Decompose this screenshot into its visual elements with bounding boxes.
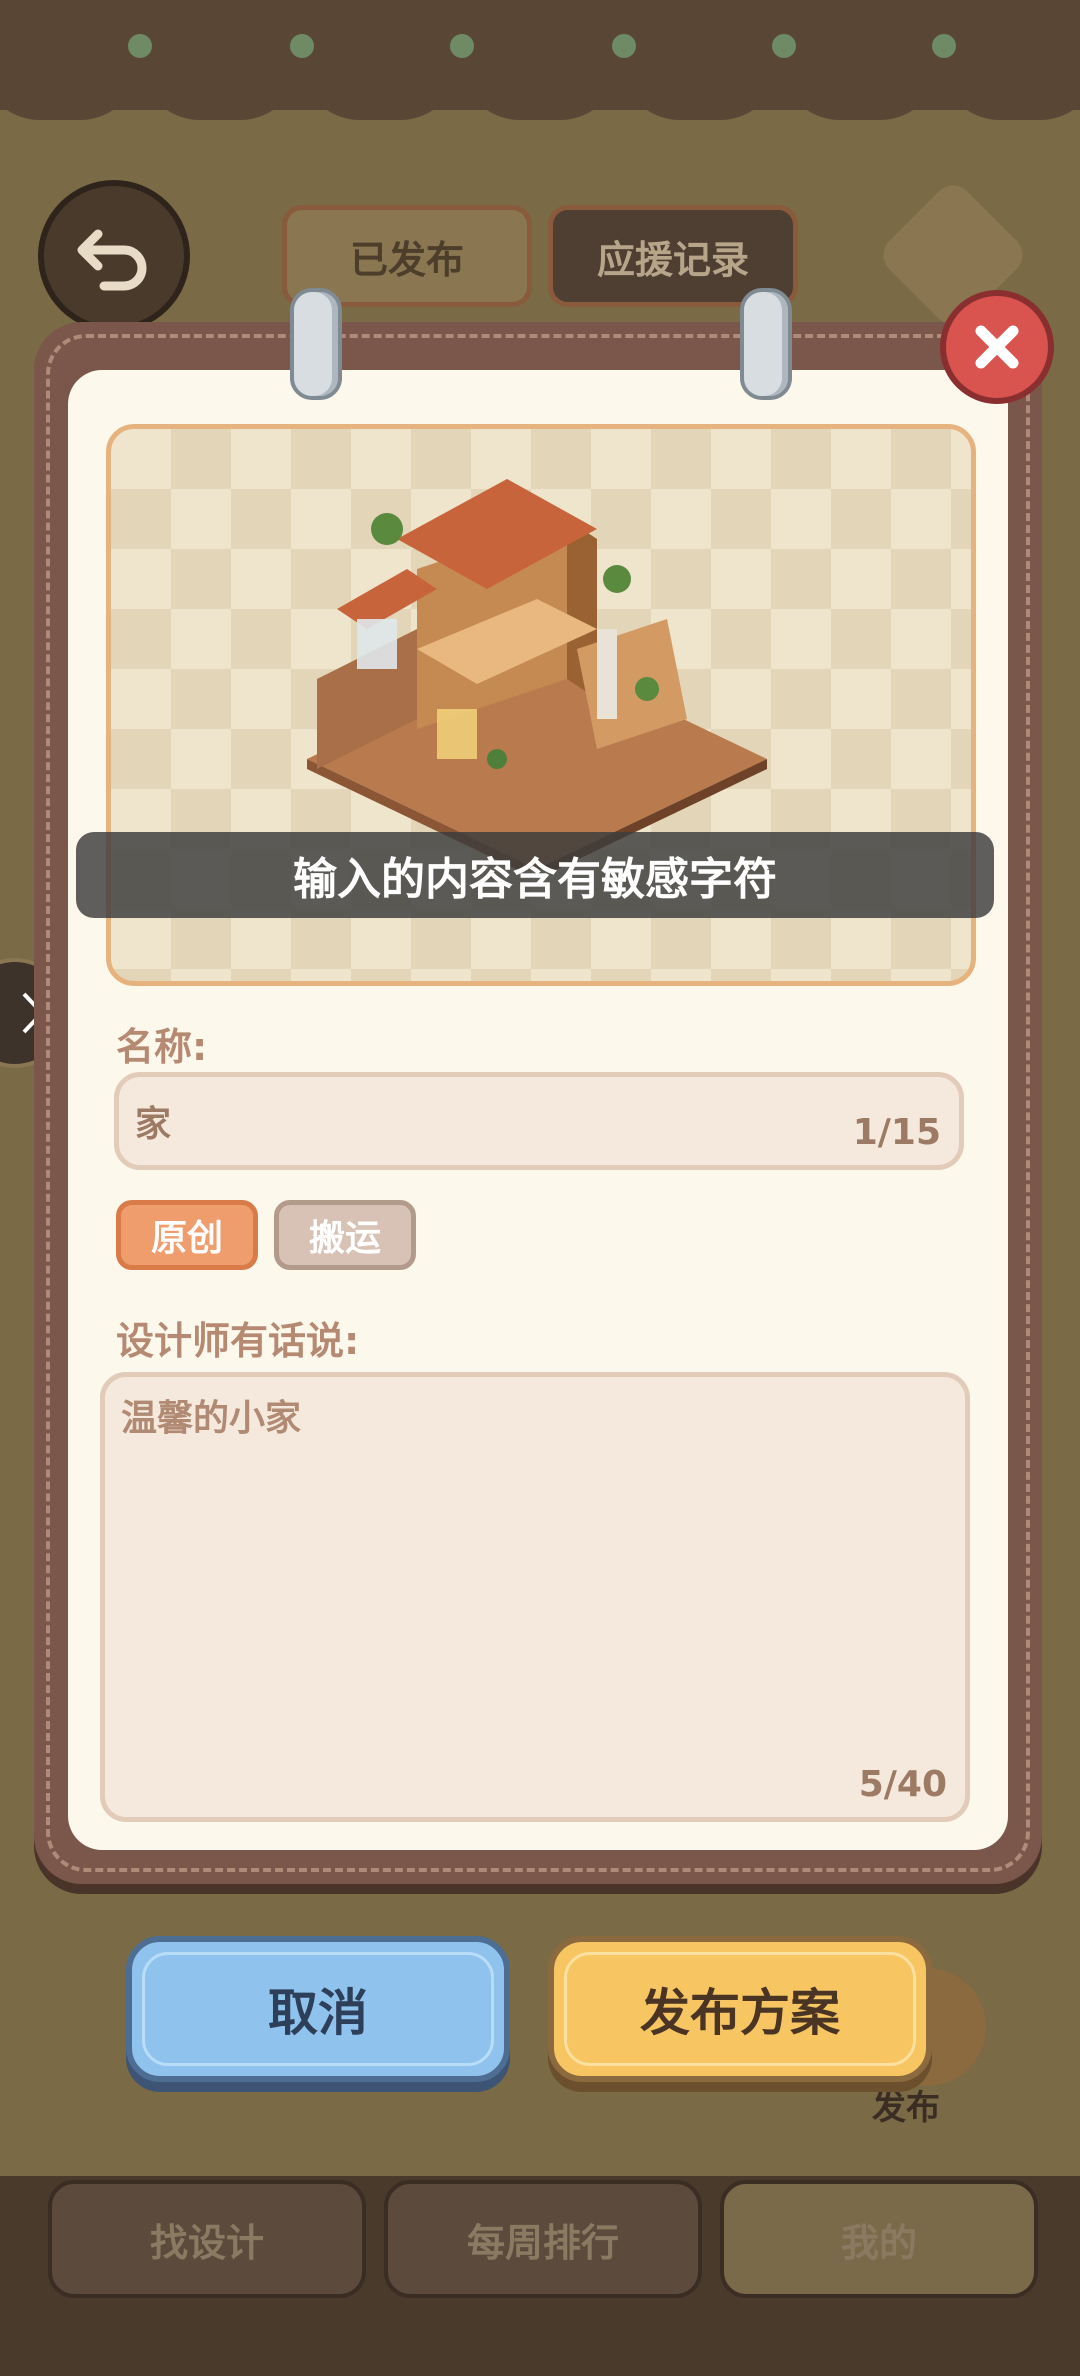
nav-mine[interactable]: 我的 [720,2180,1038,2298]
description-label: 设计师有话说: [116,1319,360,1363]
description-input-value: 温馨的小家 [121,1398,302,1439]
close-button[interactable] [940,290,1054,404]
sensitive-content-toast: 输入的内容含有敏感字符 [76,832,994,918]
name-input[interactable]: 家 1/15 [114,1072,964,1170]
name-input-value: 家 [135,1104,172,1145]
close-icon [975,325,1019,369]
back-arrow-icon [77,229,147,291]
description-input[interactable]: 温馨的小家 5/40 [100,1372,970,1822]
description-char-counter: 5/40 [858,1764,947,1805]
nav-find-design[interactable]: 找设计 [48,2180,366,2298]
nav-weekly-ranking[interactable]: 每周排行 [384,2180,702,2298]
binder-ring-left [290,288,342,400]
cancel-button[interactable]: 取消 [126,1936,510,2082]
name-char-counter: 1/15 [852,1112,941,1153]
binder-ring-right [740,288,792,400]
name-label: 名称: [116,1025,208,1069]
type-original-chip[interactable]: 原创 [116,1200,258,1270]
type-repost-chip[interactable]: 搬运 [274,1200,416,1270]
house-preview-illustration [307,479,767,869]
publish-fab-label: 发布 [872,2088,940,2128]
publish-plan-button[interactable]: 发布方案 [548,1936,932,2082]
back-button[interactable] [38,180,190,332]
